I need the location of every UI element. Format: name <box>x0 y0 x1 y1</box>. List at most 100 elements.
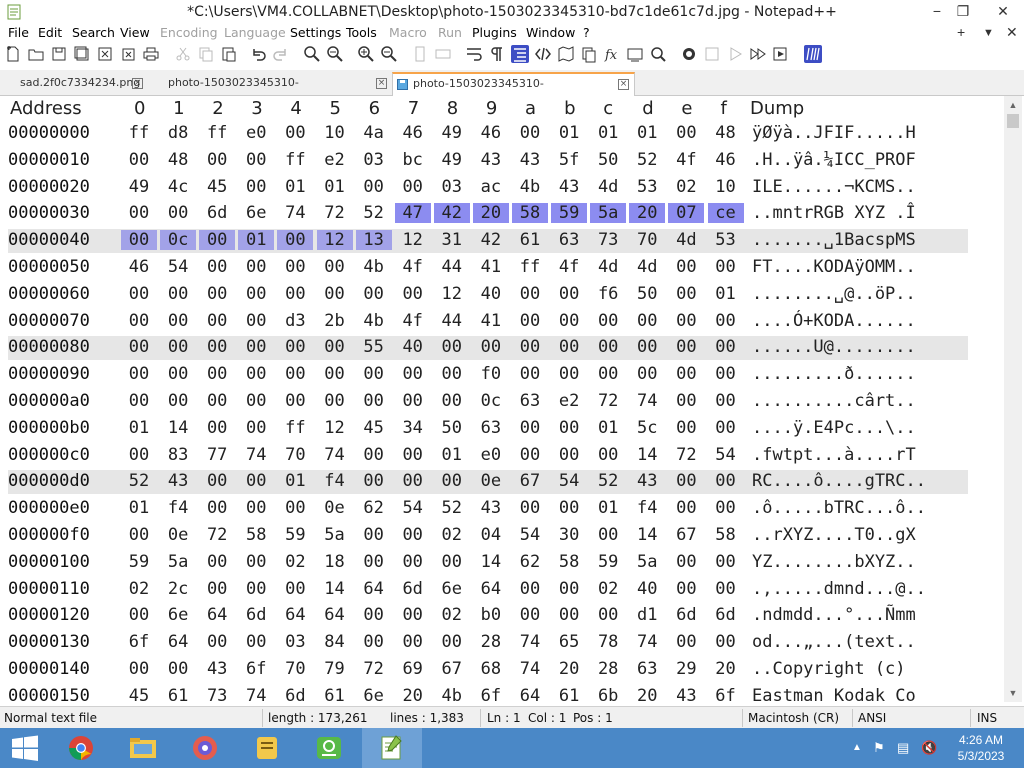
hex-byte-cell[interactable]: 00 <box>551 579 587 599</box>
hex-row[interactable]: 000000d0 52 43 00 00 01 f4 00 00 00 0e 67 54 52 43 00 00… <box>8 470 968 495</box>
hex-row[interactable]: 00000120 00 6e 64 6d 64 64 00 00 02 b0 00 00 00 d1 6d 6d… <box>8 604 968 628</box>
hex-editor-icon[interactable] <box>804 45 822 63</box>
save-all-icon[interactable] <box>73 45 91 63</box>
hex-byte-cell[interactable]: 00 <box>121 659 157 679</box>
hex-row-dump[interactable]: ..Copyright (c) <box>752 659 916 679</box>
hex-byte-cell[interactable]: 00 <box>121 311 157 331</box>
hex-byte-cell[interactable]: 6d <box>199 203 235 223</box>
menu-file[interactable]: File <box>8 25 29 40</box>
hex-byte-cell[interactable]: 00 <box>121 445 157 465</box>
restore-button[interactable]: ❐ <box>946 0 980 22</box>
hex-byte-cell[interactable]: 00 <box>629 311 665 331</box>
hex-byte-cell[interactable]: 69 <box>395 659 431 679</box>
hex-byte-cell[interactable]: 00 <box>238 632 274 652</box>
hex-byte-cell[interactable]: 00 <box>395 552 431 572</box>
hex-byte-cell[interactable]: 00 <box>708 552 744 572</box>
hex-byte-cell[interactable]: 02 <box>590 579 626 599</box>
hex-byte-cell[interactable]: 6d <box>238 605 274 625</box>
hex-byte-cell[interactable]: 43 <box>473 498 509 518</box>
hex-byte-cell[interactable]: 4f <box>395 257 431 277</box>
hex-byte-cell[interactable]: 00 <box>708 257 744 277</box>
hex-byte-cell[interactable]: 00 <box>395 605 431 625</box>
hex-row-dump[interactable]: .H..ÿâ.¼ICC_PROF <box>752 150 916 170</box>
hex-byte-cell[interactable]: 00 <box>356 391 392 411</box>
hex-row-dump[interactable]: .fwtpt...à....rT <box>752 445 916 465</box>
hex-byte-cell[interactable]: 54 <box>512 525 548 545</box>
hex-byte-cell[interactable]: 00 <box>434 552 470 572</box>
folder-as-workspace-icon[interactable] <box>626 45 644 63</box>
tab-list-dropdown-icon[interactable]: ▼ <box>983 27 994 39</box>
hex-byte-cell[interactable]: 01 <box>121 418 157 438</box>
hex-byte-cell[interactable]: ac <box>473 177 509 197</box>
hex-byte-cell[interactable]: 31 <box>434 230 470 250</box>
hex-byte-cell[interactable]: 0c <box>473 391 509 411</box>
hex-byte-cell[interactable]: 00 <box>277 230 314 251</box>
notepadpp-taskbar-item[interactable] <box>362 728 422 768</box>
hex-byte-cell[interactable]: 02 <box>434 605 470 625</box>
hex-byte-cell[interactable]: 50 <box>590 150 626 170</box>
zoom-in-icon[interactable] <box>357 45 375 63</box>
hex-byte-cell[interactable]: 00 <box>551 605 587 625</box>
hex-byte-cell[interactable]: 67 <box>668 525 704 545</box>
hex-row[interactable]: 00000020 49 4c 45 00 01 01 00 00 03 ac 4b 43 4d 53 02 10… <box>8 176 968 200</box>
hex-byte-cell[interactable]: 00 <box>317 284 353 304</box>
hex-byte-cell[interactable]: 14 <box>629 445 665 465</box>
hex-byte-cell[interactable]: 64 <box>473 579 509 599</box>
hex-byte-cell[interactable]: 00 <box>277 123 313 143</box>
hex-byte-cell[interactable]: 42 <box>433 203 470 224</box>
hex-byte-cell[interactable]: 29 <box>668 659 704 679</box>
hex-byte-cell[interactable]: 00 <box>121 391 157 411</box>
hex-byte-cell[interactable]: 64 <box>160 632 196 652</box>
menu-window[interactable]: Window <box>526 25 575 40</box>
stop-macro-icon[interactable] <box>703 45 721 63</box>
hex-byte-cell[interactable]: 00 <box>668 498 704 518</box>
hex-byte-cell[interactable]: 43 <box>668 686 704 702</box>
hex-byte-cell[interactable]: e2 <box>317 150 353 170</box>
hex-byte-cell[interactable]: 5c <box>629 418 665 438</box>
hex-row[interactable]: 00000010 00 48 00 00 ff e2 03 bc 49 43 43 5f 50 52 4f 46… <box>8 149 968 173</box>
hex-byte-cell[interactable]: 64 <box>277 605 313 625</box>
hex-byte-cell[interactable]: 00 <box>121 337 157 357</box>
app-taskbar-item[interactable] <box>176 728 236 768</box>
hex-byte-cell[interactable]: 4b <box>356 257 392 277</box>
hex-byte-cell[interactable]: 01 <box>277 471 313 491</box>
hex-byte-cell[interactable]: 00 <box>160 337 196 357</box>
hex-byte-cell[interactable]: 00 <box>512 498 548 518</box>
hex-byte-cell[interactable]: 00 <box>668 471 704 491</box>
hex-byte-cell[interactable]: 20 <box>472 203 509 224</box>
hex-row-dump[interactable]: ..........cârt.. <box>752 391 916 411</box>
hex-byte-cell[interactable]: 73 <box>590 230 626 250</box>
close-document-icon[interactable]: ✕ <box>1006 24 1018 41</box>
hex-byte-cell[interactable]: 73 <box>199 686 235 702</box>
document-map-icon[interactable] <box>557 45 575 63</box>
hex-byte-cell[interactable]: 54 <box>160 257 196 277</box>
hex-byte-cell[interactable]: 00 <box>512 579 548 599</box>
cut-icon[interactable] <box>174 45 192 63</box>
hex-byte-cell[interactable]: 46 <box>395 123 431 143</box>
hex-byte-cell[interactable]: 78 <box>590 632 626 652</box>
hex-byte-cell[interactable]: 00 <box>512 364 548 384</box>
hex-byte-cell[interactable]: 00 <box>512 123 548 143</box>
scroll-up-icon[interactable]: ▲ <box>1004 96 1022 114</box>
flag-icon[interactable]: ⚑ <box>873 740 885 756</box>
hex-byte-cell[interactable]: 00 <box>277 337 313 357</box>
hex-byte-cell[interactable]: 02 <box>121 579 157 599</box>
hex-byte-cell[interactable]: 45 <box>121 686 157 702</box>
monitoring-icon[interactable] <box>649 45 667 63</box>
hex-byte-cell[interactable]: 01 <box>238 230 275 251</box>
hex-byte-cell[interactable]: 00 <box>199 337 235 357</box>
hex-byte-cell[interactable]: 46 <box>121 257 157 277</box>
save-macro-icon[interactable] <box>772 45 790 63</box>
hex-byte-cell[interactable]: 01 <box>590 498 626 518</box>
hex-byte-cell[interactable]: 0e <box>473 471 509 491</box>
hex-byte-cell[interactable]: 00 <box>708 498 744 518</box>
hex-byte-cell[interactable]: 00 <box>317 257 353 277</box>
hex-byte-cell[interactable]: 02 <box>277 552 313 572</box>
menu-edit[interactable]: Edit <box>38 25 62 40</box>
hex-byte-cell[interactable]: 00 <box>160 311 196 331</box>
hex-byte-cell[interactable]: 20 <box>395 686 431 702</box>
hex-byte-cell[interactable]: 49 <box>434 150 470 170</box>
hex-row[interactable]: 00000090 00 00 00 00 00 00 00 00 00 f0 00 00 00 00 00 00… <box>8 363 968 387</box>
hex-byte-cell[interactable]: 67 <box>512 471 548 491</box>
hex-byte-cell[interactable]: e2 <box>551 391 587 411</box>
